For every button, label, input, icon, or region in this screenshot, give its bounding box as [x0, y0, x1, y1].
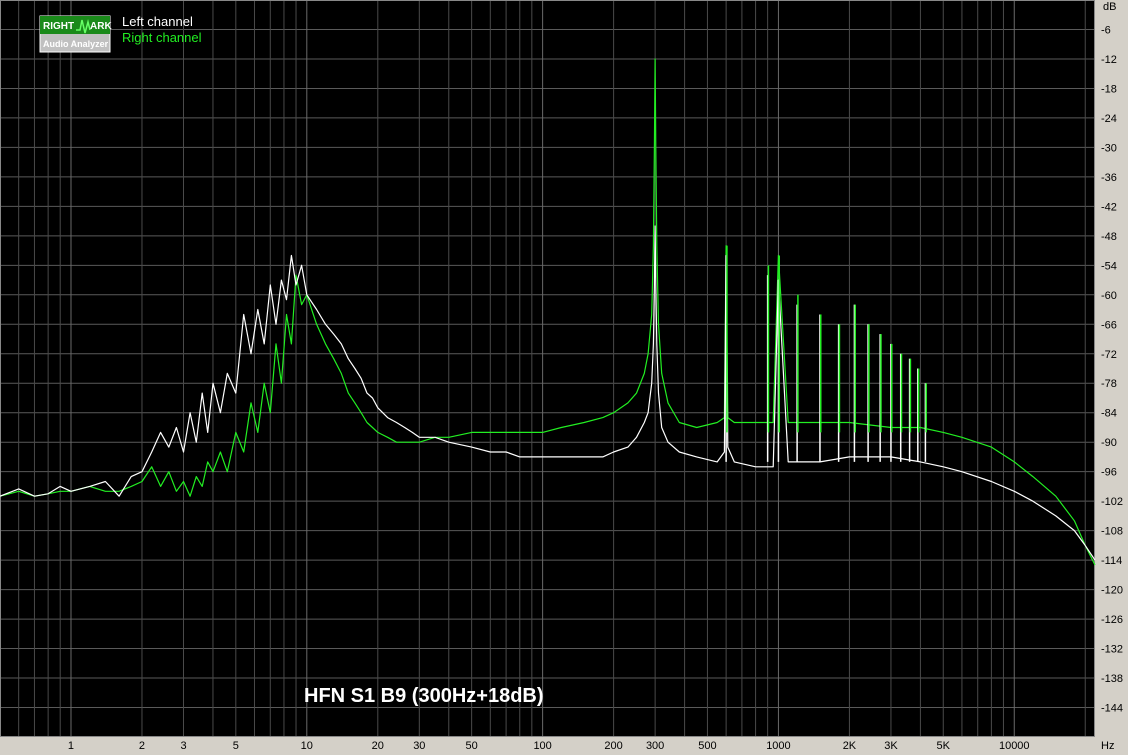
logo-line-1b: ARK [90, 21, 112, 32]
analyzer-window: -6 -12 -18 -24 -30 -36 -42 -48 -54 -60 -66 -72 -78 -8… [0, 0, 1128, 755]
rightmark-logo: RIGHT ARK Audio Analyzer [39, 15, 112, 53]
y-tick-label: -72 [1101, 349, 1117, 361]
x-tick-label: 5K [937, 740, 951, 752]
x-axis: 1 2 3 5 10 20 30 50 100 200 300 500 1000 2K 3K 5K 10000 [68, 740, 1030, 752]
y-tick-label: -90 [1101, 437, 1117, 449]
x-unit-label: Hz [1101, 740, 1114, 752]
y-tick-label: -132 [1101, 644, 1123, 656]
x-tick-label: 5 [233, 740, 239, 752]
y-tick-label: -66 [1101, 319, 1117, 331]
spectrum-chart: -6 -12 -18 -24 -30 -36 -42 -48 -54 -60 -66 -72 -78 -8… [0, 0, 1123, 752]
x-tick-label: 300 [646, 740, 664, 752]
legend-right-channel: Right channel [122, 30, 202, 45]
y-tick-label: -78 [1101, 378, 1117, 390]
y-tick-label: -138 [1101, 673, 1123, 685]
y-tick-label: -144 [1101, 703, 1123, 715]
x-tick-label: 3 [180, 740, 186, 752]
x-tick-label: 10000 [999, 740, 1030, 752]
y-tick-label: -12 [1101, 54, 1117, 66]
y-unit-label: dB [1103, 1, 1116, 13]
y-tick-label: -108 [1101, 526, 1123, 538]
y-tick-label: -36 [1101, 172, 1117, 184]
y-tick-label: -114 [1101, 555, 1122, 567]
y-tick-label: -96 [1101, 467, 1117, 479]
x-tick-label: 2 [139, 740, 145, 752]
y-tick-label: -30 [1101, 142, 1117, 154]
y-tick-label: -48 [1101, 231, 1117, 243]
y-tick-label: -18 [1101, 83, 1117, 95]
logo-line-1a: RIGHT [43, 21, 74, 32]
x-tick-label: 30 [413, 740, 425, 752]
logo-line-2: Audio Analyzer [43, 39, 109, 49]
y-tick-label: -102 [1101, 496, 1123, 508]
chart-annotation: HFN S1 B9 (300Hz+18dB) [304, 685, 544, 707]
y-tick-label: -60 [1101, 290, 1117, 302]
x-tick-label: 2K [843, 740, 857, 752]
y-tick-label: -84 [1101, 408, 1117, 420]
y-tick-label: -120 [1101, 585, 1123, 597]
x-tick-label: 50 [466, 740, 478, 752]
x-tick-label: 500 [698, 740, 716, 752]
x-tick-label: 1 [68, 740, 74, 752]
y-tick-label: -42 [1101, 201, 1117, 213]
x-tick-label: 100 [533, 740, 551, 752]
plot-area [0, 0, 1095, 737]
x-tick-label: 1000 [766, 740, 790, 752]
x-tick-label: 10 [301, 740, 313, 752]
x-tick-label: 200 [604, 740, 622, 752]
y-tick-label: -126 [1101, 614, 1123, 626]
y-tick-label: -24 [1101, 113, 1117, 125]
x-tick-label: 20 [372, 740, 384, 752]
y-tick-label: -54 [1101, 260, 1117, 272]
legend-left-channel: Left channel [122, 14, 193, 29]
x-tick-label: 3K [884, 740, 898, 752]
y-tick-label: -6 [1101, 24, 1111, 36]
y-axis: -6 -12 -18 -24 -30 -36 -42 -48 -54 -60 -66 -72 -78 -8… [1101, 24, 1123, 714]
